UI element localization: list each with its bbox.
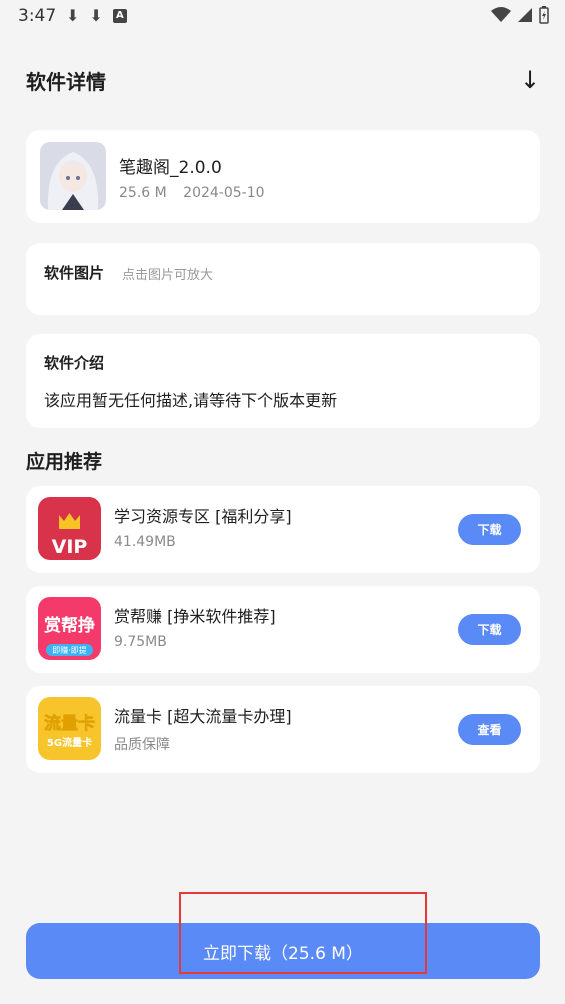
recommend-item-name: 赏帮赚 [挣米软件推荐] xyxy=(114,607,276,626)
recommend-item-size: 9.75MB xyxy=(114,634,167,650)
status-notification-icons: ⬇ ⬇ A xyxy=(66,6,127,25)
liuliangka-icon-subtext: 5G流量卡 xyxy=(47,736,92,749)
download-now-button[interactable]: 立即下载（25.6 M） xyxy=(26,923,540,979)
screenshots-card[interactable]: 软件图片 点击图片可放大 xyxy=(26,243,540,315)
download-button[interactable]: 下载 xyxy=(458,514,521,545)
status-time: 3:47 xyxy=(18,6,57,26)
a-notification-icon: A xyxy=(112,8,127,23)
battery-icon xyxy=(539,6,549,24)
vip-app-icon: VIP xyxy=(38,497,101,560)
download-arrow-icon[interactable]: ↓ xyxy=(517,66,543,94)
recommend-item[interactable]: 流量卡 5G流量卡 流量卡 [超大流量卡办理] 品质保障 查看 xyxy=(26,686,540,773)
intro-text: 该应用暂无任何描述,请等待下个版本更新 xyxy=(44,391,338,410)
shangbangzhuan-app-icon: 赏帮挣 即赚·即提 xyxy=(38,597,101,660)
screenshots-title: 软件图片 xyxy=(44,264,105,282)
recommend-title: 应用推荐 xyxy=(26,451,103,473)
recommend-item-name: 流量卡 [超大流量卡办理] xyxy=(114,707,292,726)
recommend-item-size: 41.49MB xyxy=(114,534,176,550)
status-system-icons xyxy=(491,6,549,24)
view-button[interactable]: 查看 xyxy=(458,714,521,745)
signal-icon xyxy=(518,8,532,22)
vip-icon-text: VIP xyxy=(52,536,88,558)
app-icon xyxy=(40,142,106,210)
app-info-card: 笔趣阁_2.0.0 25.6 M 2024-05-10 xyxy=(26,130,540,223)
screenshots-hint: 点击图片可放大 xyxy=(122,268,214,283)
wifi-icon xyxy=(491,7,511,22)
app-size: 25.6 M xyxy=(119,185,167,201)
intro-title: 软件介绍 xyxy=(44,354,105,372)
liuliangka-icon-text: 流量卡 xyxy=(44,713,95,734)
recommend-item-name: 学习资源专区 [福利分享] xyxy=(114,507,292,526)
app-name: 笔趣阁_2.0.0 xyxy=(119,158,222,178)
recommend-item[interactable]: 赏帮挣 即赚·即提 赏帮赚 [挣米软件推荐] 9.75MB 下载 xyxy=(26,586,540,673)
intro-card: 软件介绍 该应用暂无任何描述,请等待下个版本更新 xyxy=(26,334,540,428)
shangbangzhuan-icon-subtext: 即赚·即提 xyxy=(52,645,87,655)
app-date: 2024-05-10 xyxy=(183,185,265,201)
app-meta: 25.6 M 2024-05-10 xyxy=(119,185,277,201)
shangbangzhuan-icon-text: 赏帮挣 xyxy=(44,615,95,636)
status-bar: 3:47 ⬇ ⬇ A xyxy=(0,0,565,32)
download-notification-icon: ⬇ xyxy=(66,6,80,25)
recommend-item[interactable]: VIP 学习资源专区 [福利分享] 41.49MB 下载 xyxy=(26,486,540,573)
download-button[interactable]: 下载 xyxy=(458,614,521,645)
liuliangka-app-icon: 流量卡 5G流量卡 xyxy=(38,697,101,760)
recommend-item-subtitle: 品质保障 xyxy=(114,737,170,753)
page-title: 软件详情 xyxy=(26,70,106,94)
download-notification-icon: ⬇ xyxy=(89,6,103,25)
